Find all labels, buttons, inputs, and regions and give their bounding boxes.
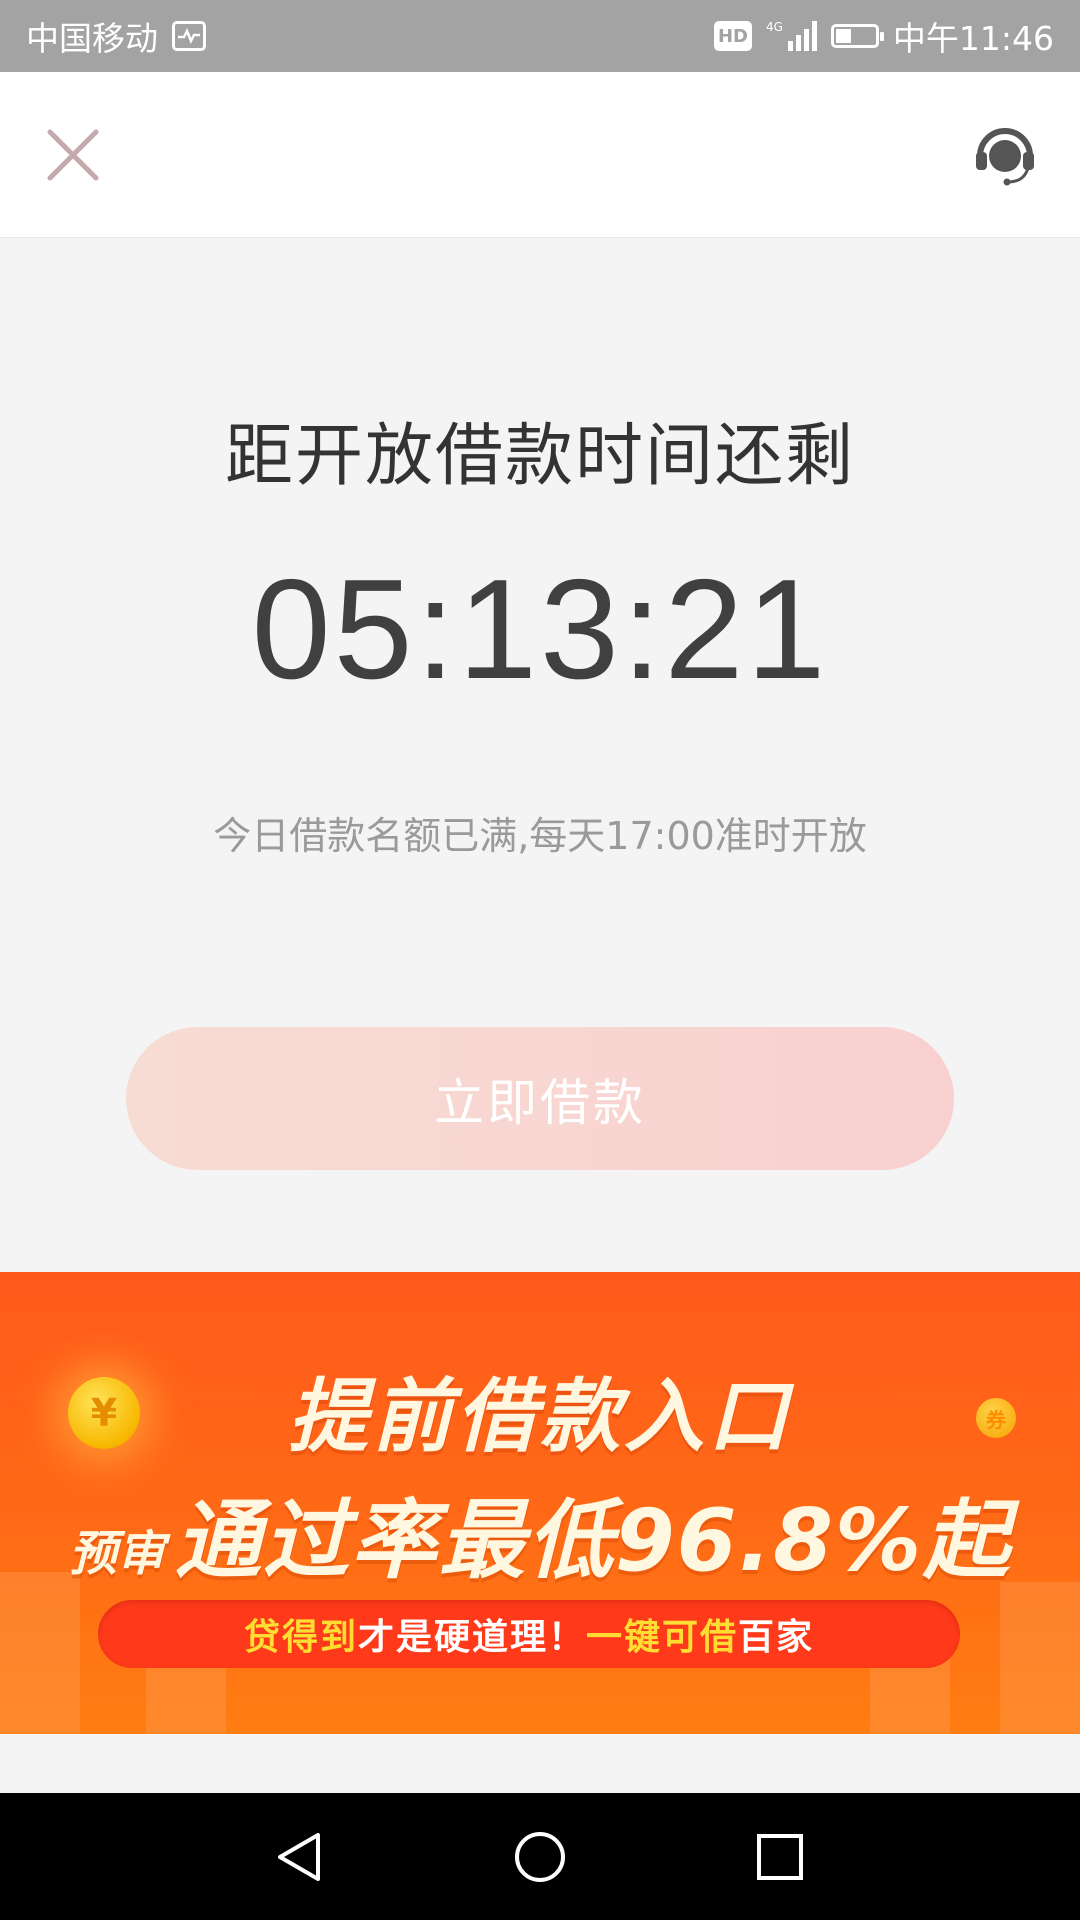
slogan-part-1: 贷得到 <box>243 1617 358 1658</box>
slogan-part-3: 一键可借 <box>586 1617 739 1658</box>
banner-slogan: 贷得到 才是硬道理！ 一键可借 百家 <box>98 1600 960 1668</box>
back-triangle-icon <box>278 1833 320 1881</box>
banner-title: 提前借款入口 <box>288 1370 792 1463</box>
banner-subtitle: 预审 通过率最低96.8%起 <box>0 1470 1080 1595</box>
network-label: 4G <box>765 20 783 34</box>
home-button[interactable] <box>512 1829 568 1885</box>
borrow-now-button[interactable]: 立即借款 <box>126 1027 954 1170</box>
system-nav-bar <box>0 1793 1080 1920</box>
clock: 中午11:46 <box>892 19 1054 58</box>
countdown-title: 距开放借款时间还剩 <box>224 417 855 496</box>
close-icon <box>47 129 99 181</box>
decor-cube-left <box>0 1572 80 1734</box>
customer-service-button[interactable] <box>972 122 1038 188</box>
quota-notice: 今日借款名额已满,每天17:00准时开放 <box>213 814 867 858</box>
signal-icon: 4G <box>766 21 817 51</box>
banner-subtitle-prefix: 预审 <box>68 1526 165 1582</box>
countdown-timer: 05:13:21 <box>251 550 829 709</box>
slogan-part-2: 才是硬道理！ <box>357 1617 586 1658</box>
header <box>0 72 1080 238</box>
slogan-part-4: 百家 <box>738 1617 815 1658</box>
carrier-name: 中国移动 <box>26 19 158 58</box>
recents-button[interactable] <box>752 1829 808 1885</box>
close-button[interactable] <box>40 122 106 188</box>
home-circle-icon <box>515 1832 565 1882</box>
status-bar-left: 中国移动 <box>26 12 206 60</box>
status-bar-right: HD 4G 中午11:46 <box>713 12 1054 60</box>
customer-service-icon <box>976 128 1034 186</box>
early-loan-banner[interactable]: ¥ 券 提前借款入口 预审 通过率最低96.8%起 贷得到 才是硬道理！ 一键可… <box>0 1272 1080 1734</box>
battery-icon <box>830 24 884 48</box>
decor-cube-right <box>1000 1582 1080 1734</box>
banner-subtitle-main: 通过率最低96.8%起 <box>174 1491 1012 1591</box>
battery-level <box>835 29 851 43</box>
pulse-icon <box>172 21 206 51</box>
hd-badge: HD <box>713 21 752 51</box>
status-bar: 中国移动 HD 4G 中午11:46 <box>0 0 1080 72</box>
back-button[interactable] <box>272 1829 328 1885</box>
recents-square-icon <box>757 1834 803 1880</box>
